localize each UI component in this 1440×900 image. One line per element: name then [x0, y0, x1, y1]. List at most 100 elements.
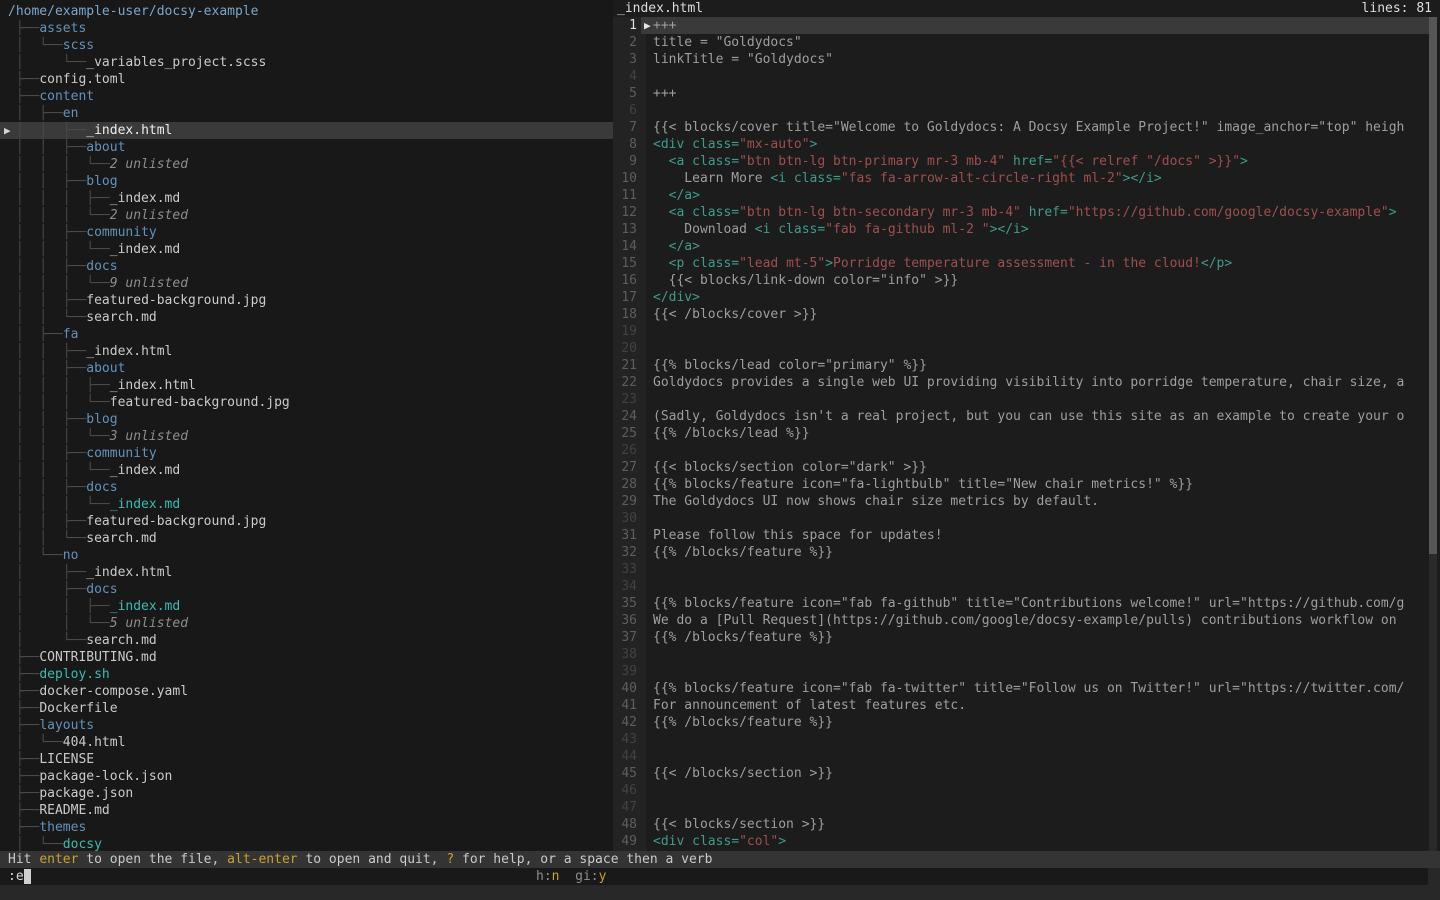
tree-branch-lines: │ └──	[8, 38, 63, 53]
tree-row[interactable]: │ └──docsy	[0, 836, 613, 851]
tree-row[interactable]: ├──config.toml	[0, 71, 613, 88]
file-name: themes	[39, 820, 86, 835]
code-lines: 1▶+++2title = "Goldydocs"3linkTitle = "G…	[613, 17, 1440, 850]
tree-row[interactable]: │ │ └──search.md	[0, 530, 613, 547]
tree-row[interactable]: │ │ ├──featured-background.jpg	[0, 292, 613, 309]
tree-row[interactable]: │ │ │ ├──_index.md	[0, 190, 613, 207]
tree-row[interactable]: ├──README.md	[0, 802, 613, 819]
tree-row[interactable]: │ │ ├──featured-background.jpg	[0, 513, 613, 530]
file-tree-panel: /home/example-user/docsy-example ├──asse…	[0, 0, 613, 851]
syntax-plain	[653, 188, 669, 203]
line-number: 22	[613, 374, 637, 391]
tree-row[interactable]: ├──layouts	[0, 717, 613, 734]
tree-row[interactable]: │ └──scss	[0, 37, 613, 54]
syntax-plain	[653, 256, 669, 271]
code-line: 39	[613, 663, 1440, 680]
line-number: 32	[613, 544, 637, 561]
tree-row[interactable]: │ │ │ └──_index.md	[0, 462, 613, 479]
tree-branch-lines: ├──	[8, 769, 39, 784]
tree-row[interactable]: │ │ │ └──featured-background.jpg	[0, 394, 613, 411]
command-input[interactable]: :e	[8, 868, 24, 885]
code-text: +++	[653, 17, 676, 34]
line-number: 20	[613, 340, 637, 357]
tree-row[interactable]: │ └──404.html	[0, 734, 613, 751]
tree-row[interactable]: ├──content	[0, 88, 613, 105]
command-input-row[interactable]: :e h:n gi:y	[0, 868, 1428, 885]
tree-row[interactable]: │ └──no	[0, 547, 613, 564]
tree-row[interactable]: │ └──_variables_project.scss	[0, 54, 613, 71]
tree-row[interactable]: ├──LICENSE	[0, 751, 613, 768]
line-number: 7	[613, 119, 637, 136]
tree-row[interactable]: │ │ └──search.md	[0, 309, 613, 326]
tree-row[interactable]: │ │ │ └──9 unlisted	[0, 275, 613, 292]
tree-branch-lines: │ │ │ ├──	[8, 378, 110, 393]
tree-row[interactable]: │ │ └──5 unlisted	[0, 615, 613, 632]
tree-row[interactable]: │ │ ├──community	[0, 224, 613, 241]
tree-row-selected[interactable]: ▶ │ │ ├──_index.html	[0, 122, 613, 139]
tree-row[interactable]: │ │ │ └──_index.md	[0, 241, 613, 258]
tree-row[interactable]: ├──CONTRIBUTING.md	[0, 649, 613, 666]
file-name: README.md	[39, 803, 109, 818]
tree-branch-lines: │ │ ├──	[8, 140, 86, 155]
code-line: 32{{% /blocks/feature %}}	[613, 544, 1440, 561]
line-number: 37	[613, 629, 637, 646]
tree-branch-lines: ├──	[8, 684, 39, 699]
tree-row[interactable]: ├──package.json	[0, 785, 613, 802]
tree-row[interactable]: │ │ ├──docs	[0, 479, 613, 496]
tree-row[interactable]: │ │ ├──_index.md	[0, 598, 613, 615]
tree-branch-lines: │ │ ├──	[8, 599, 110, 614]
tree-branch-lines: │ └──	[8, 735, 63, 750]
line-number: 29	[613, 493, 637, 510]
tree-branch-lines: │ │ ├──	[8, 412, 86, 427]
tree-row[interactable]: │ │ ├──about	[0, 360, 613, 377]
tree-row[interactable]: │ │ ├──docs	[0, 258, 613, 275]
syntax-plain: {{< blocks/link-down color="info" >}}	[653, 273, 958, 288]
line-number: 38	[613, 646, 637, 663]
preview-scrollbar[interactable]	[1429, 17, 1437, 851]
tree-row[interactable]: │ │ ├──blog	[0, 173, 613, 190]
tree-row[interactable]: │ │ ├──about	[0, 139, 613, 156]
tree-row[interactable]: │ ├──en	[0, 105, 613, 122]
tree-row[interactable]: │ ├──fa	[0, 326, 613, 343]
tree-row[interactable]: │ │ │ └──3 unlisted	[0, 428, 613, 445]
code-line: 23	[613, 391, 1440, 408]
tree-row[interactable]: │ │ │ └──2 unlisted	[0, 156, 613, 173]
file-name: layouts	[39, 718, 94, 733]
line-number: 5	[613, 85, 637, 102]
tree-branch-lines: │ │ │ └──	[8, 395, 110, 410]
tree-row[interactable]: ├──deploy.sh	[0, 666, 613, 683]
syntax-string: "lead mt-5"	[739, 256, 825, 271]
tree-row[interactable]: │ │ ├──blog	[0, 411, 613, 428]
tree-row[interactable]: ├──package-lock.json	[0, 768, 613, 785]
tree-row[interactable]: │ ├──docs	[0, 581, 613, 598]
tree-branch-lines: │ └──	[8, 548, 63, 563]
line-number: 19	[613, 323, 637, 340]
tree-row[interactable]: │ │ │ ├──_index.html	[0, 377, 613, 394]
file-name: scss	[63, 38, 94, 53]
line-number: 13	[613, 221, 637, 238]
file-name: docker-compose.yaml	[39, 684, 188, 699]
line-number: 34	[613, 578, 637, 595]
line-number: 39	[613, 663, 637, 680]
tree-row[interactable]: ├──themes	[0, 819, 613, 836]
tree-row[interactable]: │ │ │ └──_index.md	[0, 496, 613, 513]
tree-row[interactable]: ├──Dockerfile	[0, 700, 613, 717]
tree-row[interactable]: │ │ ├──community	[0, 445, 613, 462]
tree-branch-lines: │ ├──	[8, 565, 86, 580]
tree-row[interactable]: │ │ ├──_index.html	[0, 343, 613, 360]
scrollbar-thumb[interactable]	[1429, 17, 1437, 554]
tree-row[interactable]: ├──docker-compose.yaml	[0, 683, 613, 700]
code-text: We do a [Pull Request](https://github.co…	[653, 612, 1397, 629]
code-line: 11 </a>	[613, 187, 1440, 204]
status-text-segment: Hit	[8, 852, 39, 867]
code-line: 38	[613, 646, 1440, 663]
code-text: Goldydocs provides a single web UI provi…	[653, 374, 1404, 391]
code-line: 27{{< blocks/section color="dark" >}}	[613, 459, 1440, 476]
tree-row[interactable]: │ └──search.md	[0, 632, 613, 649]
preview-lines-count: lines: 81	[1362, 0, 1432, 17]
tree-row[interactable]: ├──assets	[0, 20, 613, 37]
tree-row[interactable]: │ ├──_index.html	[0, 564, 613, 581]
tree-row[interactable]: │ │ │ └──2 unlisted	[0, 207, 613, 224]
tree-branch-lines: │ │ │ └──	[8, 157, 110, 172]
line-number: 49	[613, 833, 637, 850]
